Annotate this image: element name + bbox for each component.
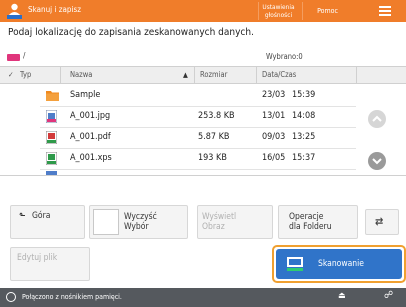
clear-selection-button[interactable]: Wyczyść Wybór [89,205,188,239]
xps-file-icon [45,151,58,166]
file-date: 09/03 [262,132,286,142]
selected-count: Wybrano:0 [266,52,303,61]
edit-file-label: Edytuj plik [17,253,58,263]
scan-label: Skanowanie [318,259,364,269]
volume-settings-button[interactable]: Ustawienia głośności [258,2,298,20]
scanner-icon [286,255,304,273]
scan-and-store-icon [7,3,22,19]
clear-label-2: Wybór [124,222,149,232]
file-size: 5.87 KB [198,132,230,142]
menu-button[interactable] [370,2,400,20]
up-arrow-icon: ⬑ [19,211,26,221]
sort-ascending-icon: ▲ [183,71,188,79]
folder-icon [46,89,59,102]
jpg-file-icon [45,109,58,124]
edit-file-button[interactable]: Edytuj plik [10,247,90,281]
file-time: 15:37 [292,153,316,163]
file-name: A_001.jpg [70,111,111,121]
memory-media-icon [7,54,20,61]
chevron-down-icon [372,158,382,165]
file-size: 193 KB [198,153,227,163]
switch-button[interactable]: ⇄ [365,209,399,235]
folder-ops-label-1: Operacje [289,212,324,222]
folder-operations-button[interactable]: Operacje dla Folderu [278,205,358,239]
file-date: 23/03 [262,90,286,100]
file-name: A_001.pdf [70,132,111,142]
network-icon: ☍ [384,290,394,301]
scroll-down-button[interactable] [368,152,386,170]
file-row[interactable]: Sample 23/03 15:39 [0,86,356,106]
pdf-file-icon [45,130,58,145]
file-name: Sample [70,90,101,100]
show-image-label-2: Obraz [202,222,225,232]
up-button-label: Góra [32,211,51,221]
col-name[interactable]: Nazwa [70,70,92,79]
app-title: Skanuj i zapisz [28,5,81,14]
chevron-up-icon [372,115,382,122]
up-button[interactable]: ⬑ Góra [10,205,85,239]
folder-ops-label-2: dla Folderu [289,222,332,232]
scan-button[interactable]: Skanowanie [276,249,402,279]
clear-label-1: Wyczyść [124,212,157,222]
col-size[interactable]: Rozmiar [200,70,227,79]
col-datetime[interactable]: Data/Czas [262,70,296,79]
file-date: 13/01 [262,111,286,121]
show-image-button[interactable]: Wyświetl Obraz [197,205,273,239]
eject-icon[interactable]: ⏏ [338,291,346,301]
file-date: 16/05 [262,153,286,163]
current-path: / [23,51,26,60]
file-time: 13:25 [292,132,316,142]
sort-check-icon: ✓ [8,70,14,79]
file-size: 253.8 KB [198,111,235,121]
file-row[interactable]: A_001.pdf 5.87 KB 09/03 13:25 [0,128,356,148]
file-name: A_001.xps [70,153,112,163]
file-row[interactable]: A_001.jpg 253.8 KB 13/01 14:08 [0,107,356,127]
show-image-label-1: Wyświetl [202,212,237,222]
status-bar: Połączono z nośnikiem pamięci. ⏏ ☍ [0,288,406,307]
file-time: 14:08 [292,111,316,121]
col-type[interactable]: Typ [20,70,31,79]
help-button[interactable]: Pomoc [302,2,352,20]
hamburger-icon [379,6,391,8]
status-message: Połączono z nośnikiem pamięci. [22,293,122,301]
scroll-up-button[interactable] [368,110,386,128]
instruction-text: Podaj lokalizację do zapisania zeskanowa… [8,27,254,38]
swap-arrows-icon: ⇄ [375,215,384,228]
checkbox-icon [93,209,119,235]
file-time: 15:39 [292,90,316,100]
volume-settings-label: Ustawienia głośności [262,3,295,19]
status-icon [6,292,16,302]
file-row[interactable]: A_001.xps 193 KB 16/05 15:37 [0,149,356,169]
